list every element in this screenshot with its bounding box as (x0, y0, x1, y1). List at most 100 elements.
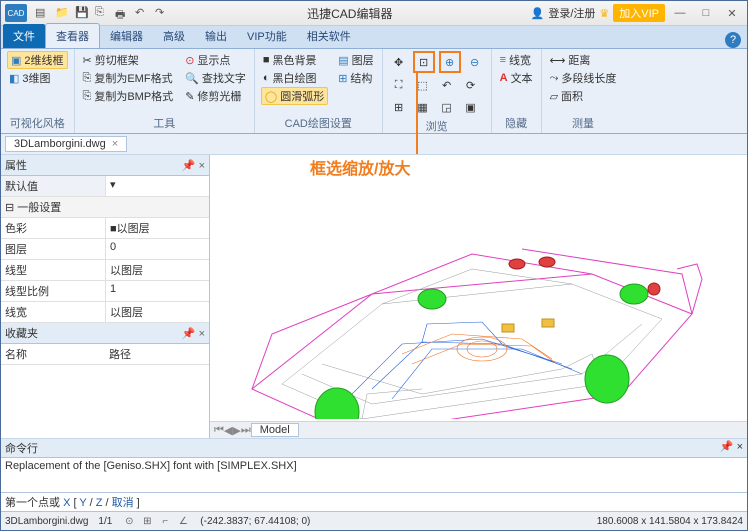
tab-nav-next-icon[interactable]: ▶ (232, 424, 240, 437)
btn-structure[interactable]: ⊞结构 (336, 69, 375, 87)
tab-output[interactable]: 输出 (195, 24, 237, 48)
prompt-cancel[interactable]: 取消 (112, 497, 134, 509)
document-tab[interactable]: 3DLamborgini.dwg × (5, 136, 127, 152)
group-label-tools: 工具 (81, 114, 248, 131)
annotation-text: 框选缩放/放大 (310, 155, 410, 179)
prompt-z[interactable]: Z (96, 497, 103, 509)
btn-distance[interactable]: ⟷距离 (548, 51, 619, 69)
btn-find-text[interactable]: 🔍查找文字 (183, 69, 248, 87)
group-label-cad: CAD绘图设置 (261, 114, 376, 131)
tab-nav-first-icon[interactable]: ⏮ (214, 424, 224, 437)
arc-icon: ◯ (265, 90, 277, 103)
open-icon[interactable]: 📁 (55, 6, 69, 20)
prev-view-icon[interactable]: ↶ (437, 75, 457, 95)
ribbon-tabs: 文件 查看器 编辑器 高级 输出 VIP功能 相关软件 ? (1, 26, 747, 49)
drawing-canvas[interactable] (212, 157, 745, 419)
ortho-icon[interactable]: ⌐ (158, 516, 172, 527)
zoom-window-icon[interactable]: ⊡ (413, 51, 435, 73)
btn-black-bg[interactable]: ■黑色背景 (261, 51, 328, 69)
tab-viewer[interactable]: 查看器 (45, 23, 100, 48)
viewport[interactable]: 框选缩放/放大 — ▢ ⊠ (210, 155, 747, 438)
prop-color-k: 色彩 (1, 218, 105, 238)
tab-editor[interactable]: 编辑器 (100, 24, 153, 48)
btn-3d-view[interactable]: ◧3维图 (7, 69, 68, 87)
window-title: 迅捷CAD编辑器 (169, 5, 531, 22)
command-prompt[interactable]: 第一个点或 X [ Y / Z / 取消 ] (1, 493, 747, 512)
prop-ltype-k: 线型 (1, 260, 105, 280)
prompt-y[interactable]: Y (79, 497, 86, 509)
maximize-button[interactable]: □ (695, 4, 717, 22)
ruler-icon: ⟷ (550, 54, 566, 67)
save-icon[interactable]: 💾 (75, 6, 89, 20)
undo-icon[interactable]: ↶ (135, 6, 149, 20)
status-dims: 180.6008 x 141.5804 x 173.8424 (597, 516, 743, 527)
btn-2d-wireframe[interactable]: ▣2维线框 (7, 51, 68, 69)
btn-layer[interactable]: ▤图层 (336, 51, 375, 69)
prompt-prefix: 第一个点或 (5, 497, 60, 509)
pan-icon[interactable]: ✥ (389, 52, 409, 72)
annotation-arrow (416, 72, 418, 154)
pin-icon[interactable]: 📌 × (720, 440, 743, 456)
prop-layer-v[interactable]: 0 (105, 239, 209, 259)
btn-area[interactable]: ▱面积 (548, 87, 619, 105)
group-label-hide: 隐藏 (498, 114, 535, 131)
nav3-icon[interactable]: ◲ (437, 97, 457, 117)
print-icon[interactable]: 🖶 (115, 6, 129, 20)
group-viewstyle: ▣2维线框 ◧3维图 可视化风格 (1, 49, 75, 133)
tab-related[interactable]: 相关软件 (297, 24, 361, 48)
login-link[interactable]: 登录/注册 (548, 5, 595, 21)
prop-lscale-v[interactable]: 1 (105, 281, 209, 301)
prop-ltype-v[interactable]: 以图层 (105, 260, 209, 280)
status-file: 3DLamborgini.dwg (5, 516, 88, 527)
btn-text[interactable]: A文本 (498, 69, 535, 87)
pin-icon[interactable]: 📌 × (182, 159, 205, 172)
minimize-button[interactable]: — (669, 4, 691, 22)
nav4-icon[interactable]: ▣ (461, 97, 481, 117)
group-cad-settings: ■黑色背景 ◐黑白绘图 ◯圆滑弧形 ▤图层 ⊞结构 CAD绘图设置 (255, 49, 383, 133)
prompt-x[interactable]: X (63, 497, 70, 509)
app-logo: CAD (5, 4, 27, 22)
prop-lwidth-v[interactable]: 以图层 (105, 302, 209, 322)
new-icon[interactable]: ▤ (35, 6, 49, 20)
zoom-out-icon[interactable]: ⊖ (465, 52, 485, 72)
polar-icon[interactable]: ∠ (176, 516, 190, 527)
btn-smooth-arc[interactable]: ◯圆滑弧形 (261, 87, 328, 105)
tab-file[interactable]: 文件 (3, 24, 45, 48)
close-tab-icon[interactable]: × (112, 138, 118, 150)
prop-default: 默认值 (1, 176, 105, 196)
btn-bw-draw[interactable]: ◐黑白绘图 (261, 69, 328, 87)
vip-button[interactable]: 加入VIP (613, 4, 665, 22)
btn-linewidth[interactable]: ≡线宽 (498, 51, 535, 69)
btn-clip-frame[interactable]: ✂剪切框架 (81, 51, 176, 69)
redo-icon[interactable]: ↷ (155, 6, 169, 20)
refresh-icon[interactable]: ⟳ (461, 75, 481, 95)
model-tab[interactable]: Model (251, 423, 299, 437)
tab-advanced[interactable]: 高级 (153, 24, 195, 48)
prop-layer-k: 图层 (1, 239, 105, 259)
saveas-icon[interactable]: ⎘ (95, 6, 109, 20)
prop-default-dd[interactable]: ▾ (105, 176, 209, 196)
prop-color-v[interactable]: ■以图层 (105, 218, 209, 238)
btn-copy-bmp[interactable]: ⎘复制为BMP格式 (81, 87, 176, 105)
tab-nav-prev-icon[interactable]: ◀ (224, 424, 232, 437)
grid-icon[interactable]: ⊞ (140, 516, 154, 527)
nav-icon[interactable]: ⊞ (389, 97, 409, 117)
pin-icon[interactable]: 📌 × (182, 327, 205, 340)
btn-polyline-len[interactable]: ⤳多段线长度 (548, 69, 619, 87)
snap-icon[interactable]: ⊙ (122, 516, 136, 527)
help-button[interactable]: ? (725, 32, 741, 48)
zoom-in-icon[interactable]: ⊕ (439, 51, 461, 73)
tab-nav-last-icon[interactable]: ⏭ (241, 424, 251, 437)
fit-icon[interactable]: ⛶ (389, 75, 409, 95)
btn-polish[interactable]: ✎修剪光栅 (183, 87, 248, 105)
properties-title: 属性 (5, 157, 27, 173)
btn-show-point[interactable]: ⊙显示点 (183, 51, 248, 69)
prop-section-general: ⊟ 一般设置 (1, 197, 209, 218)
tab-vipfn[interactable]: VIP功能 (237, 24, 297, 48)
wand-icon: ✎ (185, 90, 194, 103)
search-icon: 🔍 (185, 72, 199, 85)
status-coords: (-242.3837; 67.44108; 0) (200, 516, 586, 527)
favorites-columns: 名称 路径 (1, 344, 209, 365)
btn-copy-emf[interactable]: ⎘复制为EMF格式 (81, 69, 176, 87)
close-button[interactable]: ✕ (721, 4, 743, 22)
